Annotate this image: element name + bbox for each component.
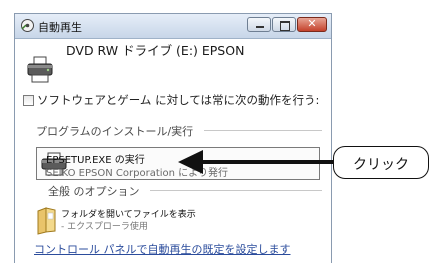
click-callout-text: クリック (353, 157, 409, 173)
click-callout: クリック (333, 146, 429, 179)
pointer-arrow (178, 150, 333, 174)
